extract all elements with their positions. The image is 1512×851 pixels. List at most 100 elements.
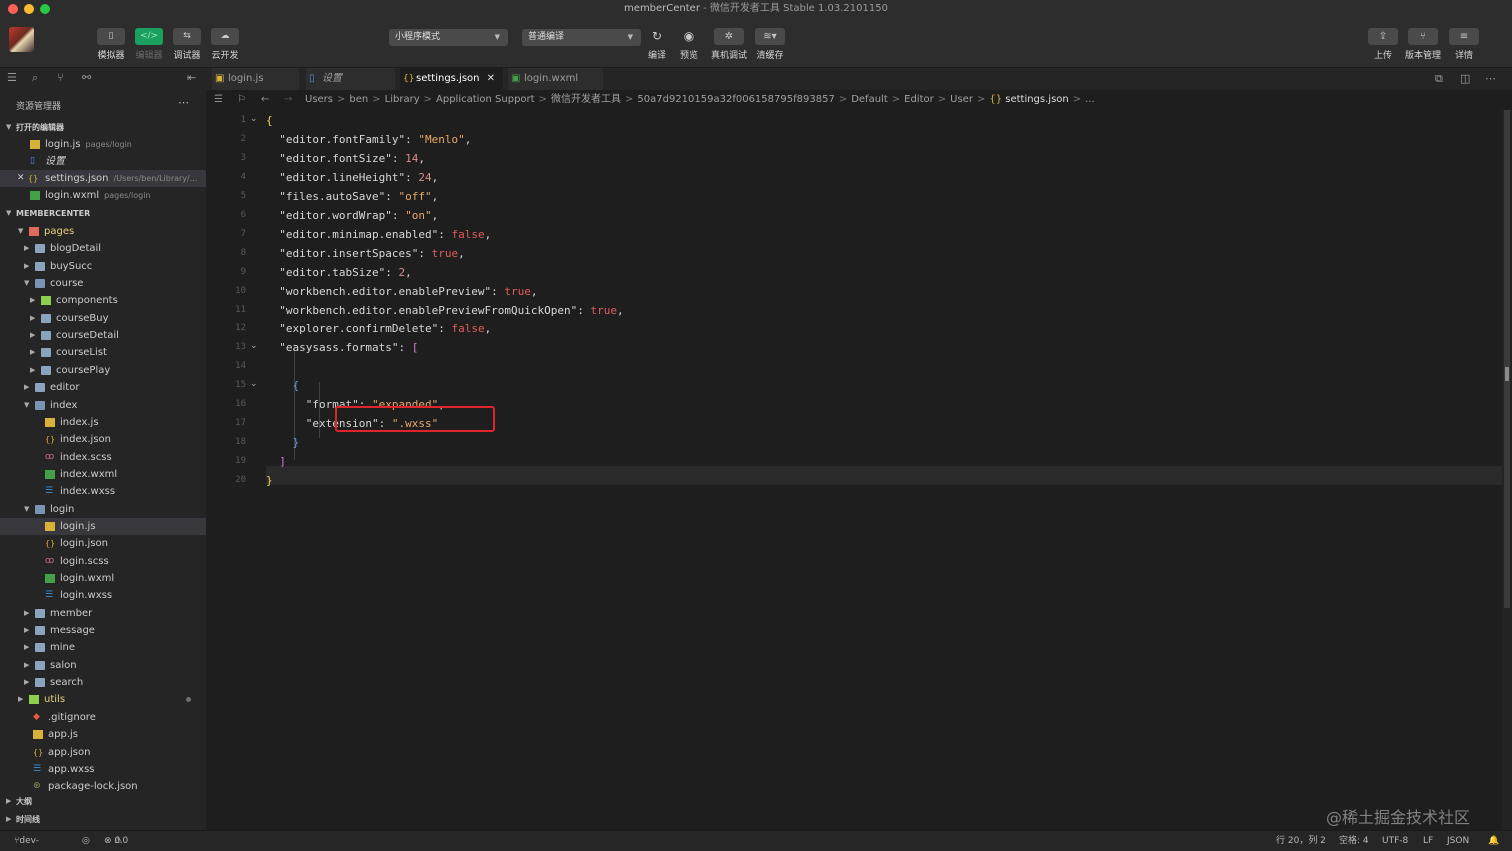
remote-debug-button[interactable]: ✲ 真机调试: [709, 28, 749, 61]
back-icon[interactable]: ←: [261, 90, 269, 110]
tree-file-item[interactable]: ꝏ login.scss: [0, 553, 206, 570]
code-line[interactable]: {: [266, 376, 300, 395]
code-line[interactable]: "editor.wordWrap": "on",: [266, 206, 438, 225]
code-line[interactable]: "explorer.confirmDelete": false,: [266, 319, 491, 338]
breadcrumb-segment[interactable]: ...: [1085, 94, 1095, 105]
tree-file-item[interactable]: ☰ index.wxss: [0, 483, 206, 500]
chevron-right-icon[interactable]: ▶: [24, 240, 29, 257]
chevron-right-icon[interactable]: ▶: [30, 310, 35, 327]
close-icon[interactable]: ✕: [487, 68, 495, 90]
simulator-button[interactable]: ▯ 模拟器: [94, 28, 128, 61]
tree-file-item[interactable]: index.wxml: [0, 466, 206, 483]
scrollbar-thumb[interactable]: [1504, 110, 1510, 608]
chevron-right-icon[interactable]: ▶: [30, 327, 35, 344]
chevron-down-icon[interactable]: ▼: [24, 275, 29, 292]
collapse-sidebar-icon[interactable]: ⇤: [187, 71, 196, 84]
code-line[interactable]: "editor.insertSpaces": true,: [266, 244, 464, 263]
tree-file-item[interactable]: {} login.json: [0, 535, 206, 552]
source-control-icon[interactable]: ⑂: [57, 71, 64, 84]
tree-file-item[interactable]: ☰ login.wxss: [0, 587, 206, 604]
tree-folder-item[interactable]: ▶ courseBuy: [0, 310, 206, 327]
tree-file-item[interactable]: {} index.json: [0, 431, 206, 448]
tree-folder-item[interactable]: ▼ pages: [0, 223, 206, 240]
open-editor-item[interactable]: login.js pages/login: [0, 136, 206, 153]
forward-icon[interactable]: →: [284, 90, 292, 110]
chevron-right-icon[interactable]: ▶: [30, 362, 35, 379]
close-icon[interactable]: ✕: [17, 170, 25, 187]
code-editor[interactable]: ☰ ⚐ ← → Users > ben > Library > Application Su…: [206, 90, 1512, 830]
sync-icon[interactable]: ◎: [82, 831, 90, 851]
breadcrumb-segment[interactable]: Users: [305, 94, 333, 105]
project-section[interactable]: ▼ MEMBERCENTER: [0, 206, 206, 221]
indentation-status[interactable]: 空格: 4: [1339, 831, 1369, 851]
more-actions-icon[interactable]: ⋯: [1485, 72, 1496, 85]
breadcrumb-segment[interactable]: User: [950, 94, 973, 105]
code-line[interactable]: ]: [266, 452, 286, 471]
breadcrumb-segment[interactable]: 50a7d9210159a32f006158795f893857: [637, 94, 834, 105]
vertical-scrollbar[interactable]: [1502, 110, 1512, 830]
fold-chevron-icon[interactable]: ⌄: [250, 114, 258, 124]
tree-folder-item[interactable]: ▼ login: [0, 501, 206, 518]
open-editor-item[interactable]: ✕ {} settings.json/Users/ben/Library/...: [0, 170, 206, 187]
tree-folder-item[interactable]: ▶ message: [0, 622, 206, 639]
compile-mode-select[interactable]: 普通编译 ▼: [522, 29, 641, 46]
eol-status[interactable]: LF: [1423, 831, 1433, 851]
fold-chevron-icon[interactable]: ⌄: [250, 379, 258, 389]
chevron-right-icon[interactable]: ▶: [24, 605, 29, 622]
clear-cache-button[interactable]: ≋▾ 清缓存: [750, 28, 790, 61]
breadcrumb-segment[interactable]: Default: [851, 94, 888, 105]
tab-login-wxml[interactable]: ▣ login.wxml: [508, 68, 604, 90]
tab-settings-json[interactable]: {} settings.json ✕: [400, 68, 504, 90]
chevron-down-icon[interactable]: ▼: [24, 501, 29, 518]
code-line[interactable]: }: [266, 433, 300, 452]
bell-icon[interactable]: 🔔: [1488, 831, 1499, 851]
tree-folder-item[interactable]: ▶ search: [0, 674, 206, 691]
details-button[interactable]: ≡ 详情: [1444, 28, 1484, 61]
debugger-button[interactable]: ⇆ 调试器: [170, 28, 204, 61]
editor-button[interactable]: </> 编辑器: [132, 28, 166, 61]
branch-status[interactable]: ⑂ dev-ben*: [14, 831, 39, 851]
tab-settings-ui[interactable]: ▯ 设置: [306, 68, 396, 90]
tree-folder-item[interactable]: ▶ buySucc: [0, 258, 206, 275]
tree-folder-item[interactable]: ▶ utils: [0, 691, 206, 708]
more-icon[interactable]: ⋯: [178, 96, 189, 109]
chevron-right-icon[interactable]: ▶: [24, 379, 29, 396]
list-icon[interactable]: ☰: [214, 90, 223, 110]
tree-file-item[interactable]: ☰ app.wxss: [0, 761, 206, 778]
breadcrumb-segment[interactable]: Editor: [904, 94, 934, 105]
chevron-right-icon[interactable]: ▶: [30, 292, 35, 309]
preview-button[interactable]: ◉ 预览: [669, 28, 709, 61]
avatar[interactable]: [9, 27, 34, 52]
code-line[interactable]: {: [266, 111, 273, 130]
chevron-right-icon[interactable]: ▶: [24, 657, 29, 674]
code-line[interactable]: "editor.tabSize": 2,: [266, 263, 411, 282]
tree-file-item[interactable]: login.wxml: [0, 570, 206, 587]
minimize-window-button[interactable]: [24, 4, 34, 14]
chevron-right-icon[interactable]: ▶: [24, 639, 29, 656]
open-editors-section[interactable]: ▼ 打开的编辑器: [0, 120, 206, 135]
tree-file-item[interactable]: ꝏ index.scss: [0, 449, 206, 466]
tree-folder-item[interactable]: ▶ editor: [0, 379, 206, 396]
code-line[interactable]: "workbench.editor.enablePreview": true,: [266, 282, 537, 301]
tree-folder-item[interactable]: ▶ member: [0, 605, 206, 622]
tree-file-item[interactable]: ◆ .gitignore: [0, 709, 206, 726]
code-line[interactable]: "editor.fontSize": 14,: [266, 149, 425, 168]
code-line[interactable]: "editor.fontFamily": "Menlo",: [266, 130, 471, 149]
code-line[interactable]: }: [266, 471, 273, 490]
tree-folder-item[interactable]: ▶ courseList: [0, 344, 206, 361]
tree-folder-item[interactable]: ▼ course: [0, 275, 206, 292]
tree-folder-item[interactable]: ▶ components: [0, 292, 206, 309]
breadcrumb-segment[interactable]: ben: [349, 94, 368, 105]
problems-status[interactable]: ⊗ 0 ⚠ 0: [104, 831, 128, 851]
tree-folder-item[interactable]: ▶ coursePlay: [0, 362, 206, 379]
cloud-button[interactable]: ☁ 云开发: [208, 28, 242, 61]
open-editor-item[interactable]: ▯ 设置: [0, 153, 206, 170]
tree-folder-item[interactable]: ▼ index: [0, 397, 206, 414]
tree-file-item[interactable]: index.js: [0, 414, 206, 431]
cursor-position[interactable]: 行 20，列 2: [1276, 831, 1326, 851]
upload-button[interactable]: ⇪ 上传: [1363, 28, 1403, 61]
bookmark-icon[interactable]: ⚐: [237, 90, 246, 110]
version-button[interactable]: ⑂ 版本管理: [1403, 28, 1443, 61]
code-line[interactable]: "workbench.editor.enablePreviewFromQuick…: [266, 301, 623, 320]
split-editor-icon[interactable]: ◫: [1460, 72, 1470, 85]
